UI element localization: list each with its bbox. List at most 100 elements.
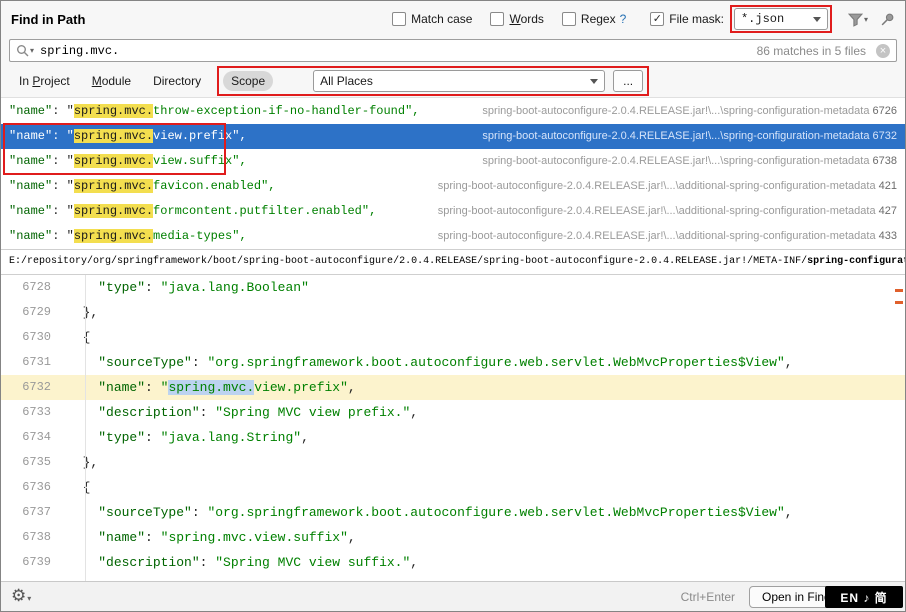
pin-button[interactable]: [880, 12, 895, 27]
code-line[interactable]: 6735 },: [1, 450, 905, 475]
annotation-red-box-filemask: *.json: [730, 5, 832, 33]
clear-search-button[interactable]: ×: [876, 44, 890, 58]
code-line[interactable]: 6729 },: [1, 300, 905, 325]
line-number: 6739: [1, 550, 67, 575]
code-lines: 6728 "type": "java.lang.Boolean"6729 },6…: [1, 275, 905, 575]
line-number: 6738: [1, 525, 67, 550]
result-location: spring-boot-autoconfigure-2.0.4.RELEASE.…: [438, 199, 897, 224]
code-line[interactable]: 6736 {: [1, 475, 905, 500]
code-line[interactable]: 6730 {: [1, 325, 905, 350]
scope-value: All Places: [320, 74, 373, 88]
words-checkbox[interactable]: Words: [490, 12, 543, 26]
code-line[interactable]: 6728 "type": "java.lang.Boolean": [1, 275, 905, 300]
tab-scope[interactable]: Scope: [223, 71, 273, 91]
code-line[interactable]: 6737 "sourceType": "org.springframework.…: [1, 500, 905, 525]
result-text: "name": "spring.mvc.view.prefix",: [9, 124, 247, 149]
result-row[interactable]: "name": "spring.mvc.view.prefix", spring-…: [1, 124, 905, 149]
regex-checkbox[interactable]: Regex ?: [562, 12, 626, 26]
file-mask-label: File mask:: [669, 12, 724, 26]
code-text: "name": "spring.mvc.view.prefix",: [67, 375, 356, 400]
code-line[interactable]: 6734 "type": "java.lang.String",: [1, 425, 905, 450]
result-row[interactable]: "name": "spring.mvc.throw-exception-if-n…: [1, 99, 905, 124]
result-location: spring-boot-autoconfigure-2.0.4.RELEASE.…: [438, 174, 897, 199]
line-number: 6737: [1, 500, 67, 525]
result-location: spring-boot-autoconfigure-2.0.4.RELEASE.…: [482, 149, 897, 174]
result-location: spring-boot-autoconfigure-2.0.4.RELEASE.…: [482, 124, 897, 149]
checkbox-box: [392, 12, 406, 26]
line-number: 6733: [1, 400, 67, 425]
code-text: },: [67, 300, 98, 325]
search-options: Match case Words Regex ? File mask: *.js…: [374, 5, 895, 33]
code-line[interactable]: 6731 "sourceType": "org.springframework.…: [1, 350, 905, 375]
result-row[interactable]: "name": "spring.mvc.formcontent.putfilte…: [1, 199, 905, 224]
result-location: spring-boot-autoconfigure-2.0.4.RELEASE.…: [482, 99, 897, 124]
result-count: 86 matches in 5 files: [757, 44, 866, 58]
search-history-chevron-icon: ▾: [30, 46, 34, 55]
gear-icon: ⚙: [11, 586, 26, 605]
line-number: 6731: [1, 350, 67, 375]
code-line[interactable]: 6739 "description": "Spring MVC view suf…: [1, 550, 905, 575]
file-path-header: E:/repository/org/springframework/boot/s…: [1, 249, 905, 275]
search-input[interactable]: ▾ spring.mvc. 86 matches in 5 files ×: [9, 39, 897, 62]
chevron-down-icon: ▾: [27, 594, 31, 603]
results-list: "name": "spring.mvc.throw-exception-if-n…: [1, 97, 905, 249]
match-case-checkbox[interactable]: Match case: [392, 12, 472, 26]
result-text: "name": "spring.mvc.media-types",: [9, 224, 247, 249]
result-row[interactable]: "name": "spring.mvc.favicon.enabled", spr…: [1, 174, 905, 199]
scope-select[interactable]: All Places: [313, 70, 605, 92]
tab-in-project[interactable]: In Project: [11, 71, 78, 91]
file-path-regular: E:/repository/org/springframework/boot/s…: [9, 256, 807, 267]
tab-module[interactable]: Module: [84, 71, 139, 91]
line-number: 6736: [1, 475, 67, 500]
find-in-path-dialog: Find in Path Match case Words Regex ? Fi…: [0, 0, 906, 612]
line-number: 6732: [1, 375, 67, 400]
ime-indicator[interactable]: EN ♪ 简: [825, 586, 903, 608]
dialog-title: Find in Path: [11, 12, 85, 27]
match-case-label: Match case: [411, 12, 472, 26]
checkbox-box: [490, 12, 504, 26]
code-text: "name": "spring.mvc.view.suffix",: [67, 525, 356, 550]
line-number: 6734: [1, 425, 67, 450]
annotation-red-box-scope: Scope All Places ...: [217, 66, 649, 96]
code-text: "description": "Spring MVC view suffix."…: [67, 550, 418, 575]
scrollbar-match-mark: [895, 289, 903, 292]
file-mask-select[interactable]: *.json: [734, 8, 828, 30]
line-number: 6728: [1, 275, 67, 300]
regex-help-link[interactable]: ?: [620, 12, 627, 26]
code-text: {: [67, 325, 90, 350]
tab-directory[interactable]: Directory: [145, 71, 209, 91]
result-text: "name": "spring.mvc.view.suffix",: [9, 149, 247, 174]
code-line[interactable]: 6732 "name": "spring.mvc.view.prefix",: [1, 375, 905, 400]
scope-browse-button[interactable]: ...: [613, 70, 643, 92]
chevron-down-icon: ▾: [864, 15, 868, 24]
result-text: "name": "spring.mvc.throw-exception-if-n…: [9, 99, 420, 124]
code-text: },: [67, 450, 98, 475]
result-text: "name": "spring.mvc.favicon.enabled",: [9, 174, 275, 199]
result-text: "name": "spring.mvc.formcontent.putfilte…: [9, 199, 376, 224]
search-icon: [16, 44, 29, 57]
scope-bar: In Project Module Directory Scope All Pl…: [1, 65, 905, 97]
search-query: spring.mvc.: [40, 44, 119, 58]
code-text: "type": "java.lang.String",: [67, 425, 309, 450]
code-line[interactable]: 6733 "description": "Spring MVC view pre…: [1, 400, 905, 425]
file-path-bold: spring-configuration-metadata: [807, 256, 905, 267]
words-label: Words: [509, 12, 543, 26]
code-text: "description": "Spring MVC view prefix."…: [67, 400, 418, 425]
code-preview[interactable]: 6728 "type": "java.lang.Boolean"6729 },6…: [1, 275, 905, 581]
dialog-footer: ⚙▾ Ctrl+Enter Open in Find Window: [1, 581, 905, 611]
code-text: "type": "java.lang.Boolean": [67, 275, 309, 300]
result-row[interactable]: "name": "spring.mvc.media-types", spring-…: [1, 224, 905, 249]
code-text: "sourceType": "org.springframework.boot.…: [67, 350, 793, 375]
checkbox-box-checked: [650, 12, 664, 26]
chevron-down-icon: [590, 79, 598, 84]
code-text: "sourceType": "org.springframework.boot.…: [67, 500, 793, 525]
scrollbar-match-mark: [895, 301, 903, 304]
filter-button[interactable]: ▾: [848, 12, 868, 27]
shortcut-hint: Ctrl+Enter: [681, 590, 735, 604]
file-mask-checkbox[interactable]: File mask:: [650, 12, 724, 26]
line-number: 6729: [1, 300, 67, 325]
settings-gear-button[interactable]: ⚙▾: [11, 587, 31, 606]
result-location: spring-boot-autoconfigure-2.0.4.RELEASE.…: [438, 224, 897, 249]
result-row[interactable]: "name": "spring.mvc.view.suffix", spring-…: [1, 149, 905, 174]
code-line[interactable]: 6738 "name": "spring.mvc.view.suffix",: [1, 525, 905, 550]
